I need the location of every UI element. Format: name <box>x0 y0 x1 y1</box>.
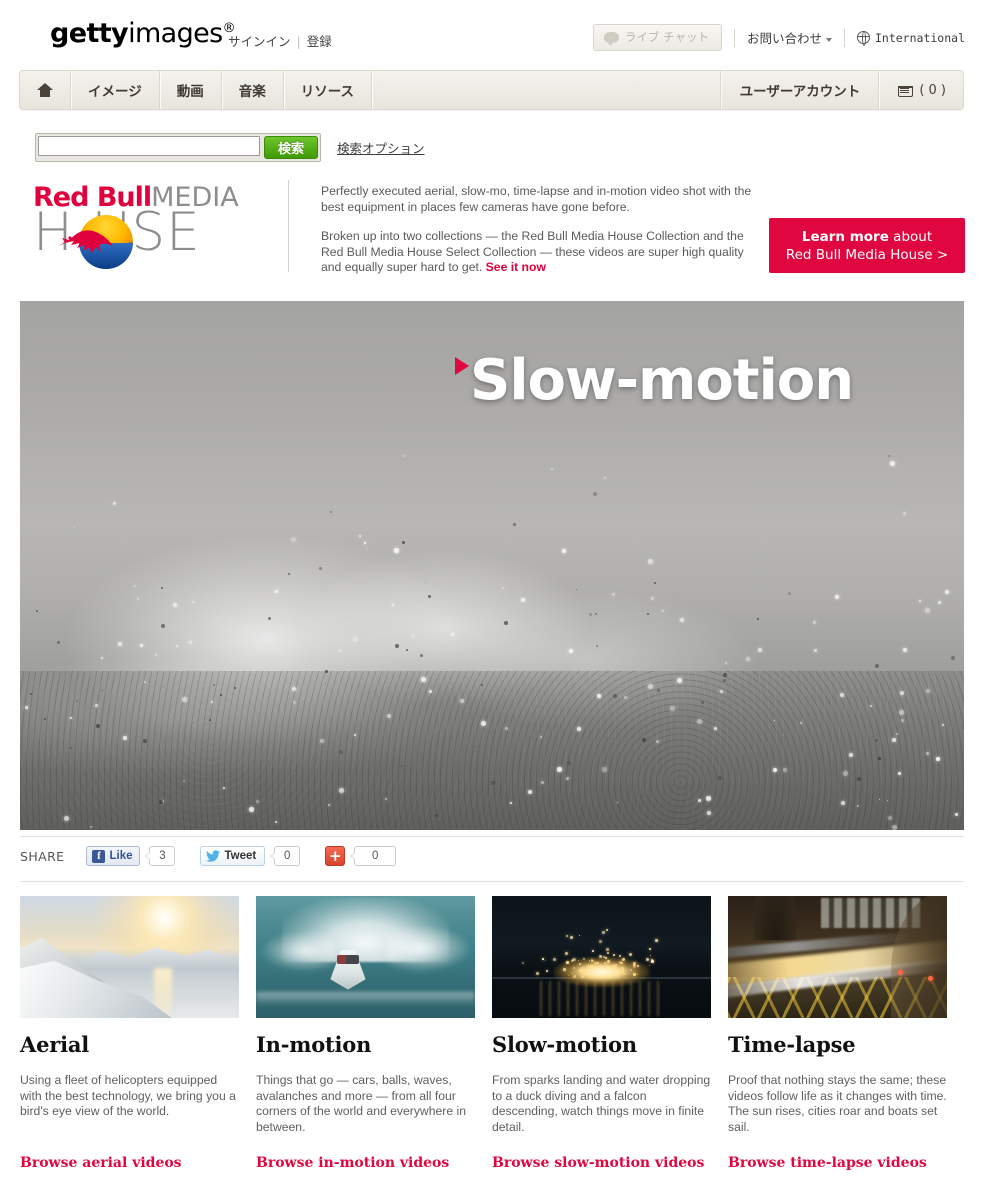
facebook-like-label: Like <box>109 850 133 862</box>
page-root: gettyimages® サインイン | 登録 ライブ チャット お問い合わせ In… <box>0 0 983 1184</box>
nav-item-music[interactable]: 音楽 <box>222 71 284 109</box>
search-button[interactable]: 検索 <box>264 136 318 159</box>
shopping-cart-icon <box>897 84 914 97</box>
signin-link[interactable]: サインイン <box>228 34 291 49</box>
card-slow-motion-thumbnail[interactable] <box>492 896 711 1018</box>
googleplus-share-button[interactable]: + <box>325 846 346 866</box>
share-label: SHARE <box>20 848 65 864</box>
sparks-water-image <box>492 896 711 1018</box>
speedboat-wake-image <box>256 896 475 1018</box>
contact-menu[interactable]: お問い合わせ <box>747 28 832 47</box>
nav-item-resources-label: リソース <box>300 84 355 100</box>
getty-images-logo[interactable]: gettyimages® <box>50 18 236 49</box>
nav-item-images-label: イメージ <box>88 84 142 100</box>
learn-more-button[interactable]: Learn more about Red Bull Media House > <box>769 218 965 273</box>
card-slow-motion-title: Slow-motion <box>492 1032 637 1057</box>
nav-spacer <box>372 71 721 109</box>
globe-icon <box>856 30 870 46</box>
card-time-lapse-thumbnail[interactable] <box>728 896 947 1018</box>
learn-more-line2: Red Bull Media House > <box>785 246 949 263</box>
nav-item-images[interactable]: イメージ <box>71 71 160 109</box>
hero-title: Slow-motion <box>470 348 854 413</box>
cart-count-label: ( 0 ) <box>919 82 946 98</box>
twitter-tweet-count: 0 <box>270 846 301 866</box>
promo-divider <box>288 180 289 272</box>
utility-right-group: ライブ チャット お問い合わせ International <box>592 24 965 51</box>
card-slow-motion[interactable]: Slow-motion From sparks landing and wate… <box>492 896 728 1171</box>
promo-paragraph-1: Perfectly executed aerial, slow-mo, time… <box>321 184 752 214</box>
promo-paragraph-2: Broken up into two collections — the Red… <box>321 229 765 276</box>
facebook-like-count: 3 <box>145 846 176 866</box>
card-aerial-description: Using a fleet of helicopters equipped wi… <box>20 1073 236 1118</box>
search-options-link[interactable]: 検索オプション <box>337 138 425 157</box>
facebook-icon: f <box>92 849 106 863</box>
contact-label: お問い合わせ <box>746 31 822 46</box>
browse-time-lapse-videos-link[interactable]: Browse time-lapse videos <box>728 1155 927 1171</box>
register-link[interactable]: 登録 <box>307 34 332 49</box>
utility-header: gettyimages® サインイン | 登録 ライブ チャット お問い合わせ In… <box>0 0 983 63</box>
browse-aerial-videos-link[interactable]: Browse aerial videos <box>20 1155 182 1171</box>
red-bull-media-house-logo: Red BullMEDIA H USE <box>33 178 268 273</box>
learn-more-bold: Learn more <box>801 228 889 245</box>
cards-divider-top <box>20 881 964 882</box>
promo-banner: Red BullMEDIA H USE Perfectly executed a… <box>20 176 965 284</box>
nav-item-cart[interactable]: ( 0 ) <box>879 71 963 109</box>
play-triangle-icon <box>455 357 469 375</box>
search-input[interactable] <box>38 136 260 156</box>
nav-item-home[interactable] <box>20 71 71 109</box>
logo-bold-text: getty <box>50 18 129 49</box>
card-in-motion-title: In-motion <box>256 1032 372 1057</box>
browse-in-motion-videos-link[interactable]: Browse in-motion videos <box>256 1155 449 1171</box>
card-in-motion-thumbnail[interactable] <box>256 896 475 1018</box>
category-cards: Aerial Using a fleet of helicopters equi… <box>20 896 964 1171</box>
chevron-down-icon <box>825 37 832 42</box>
card-time-lapse[interactable]: Time-lapse Proof that nothing stays the … <box>728 896 964 1171</box>
promo-description: Perfectly executed aerial, slow-mo, time… <box>321 184 765 290</box>
utility-divider-2 <box>843 28 845 47</box>
twitter-bird-icon <box>206 850 221 862</box>
learn-more-rest: about <box>888 228 933 245</box>
hero-wet-ground <box>20 671 964 830</box>
international-label: International <box>874 30 965 45</box>
red-bull-charging-bulls-icon <box>59 230 113 254</box>
nav-item-video[interactable]: 動画 <box>160 71 222 109</box>
plus-icon: + <box>328 846 342 865</box>
card-slow-motion-description: From sparks landing and water dropping t… <box>492 1073 711 1134</box>
search-row: 検索 検索オプション <box>35 133 425 162</box>
international-selector[interactable]: International <box>856 30 965 46</box>
see-it-now-link[interactable]: See it now <box>486 260 546 274</box>
facebook-like-button[interactable]: f Like <box>86 846 141 866</box>
share-bar: SHARE f Like 3 Tweet 0 + 0 <box>20 845 397 867</box>
live-chat-label: ライブ チャット <box>624 30 709 44</box>
auth-links: サインイン | 登録 <box>228 31 332 50</box>
utility-divider-1 <box>733 28 735 47</box>
twitter-tweet-label: Tweet <box>224 850 257 862</box>
card-aerial-title: Aerial <box>20 1032 90 1057</box>
auth-divider: | <box>296 34 301 49</box>
live-chat-button[interactable]: ライブ チャット <box>592 24 722 51</box>
share-divider-top <box>20 836 964 837</box>
nav-item-music-label: 音楽 <box>238 84 266 100</box>
googleplus-share-count: 0 <box>350 846 397 866</box>
chat-bubble-icon <box>603 31 619 46</box>
nav-item-user-account[interactable]: ユーザーアカウント <box>720 71 880 109</box>
card-in-motion-description: Things that go — cars, balls, waves, ava… <box>256 1073 467 1134</box>
nav-item-video-label: 動画 <box>176 84 204 100</box>
nav-account-label: ユーザーアカウント <box>739 84 861 100</box>
card-aerial[interactable]: Aerial Using a fleet of helicopters equi… <box>20 896 256 1171</box>
aerial-sunset-mountains-image <box>20 896 239 1018</box>
card-in-motion[interactable]: In-motion Things that go — cars, balls, … <box>256 896 492 1171</box>
search-box: 検索 <box>35 133 321 162</box>
card-aerial-thumbnail[interactable] <box>20 896 239 1018</box>
home-icon <box>37 83 53 97</box>
browse-slow-motion-videos-link[interactable]: Browse slow-motion videos <box>492 1155 704 1171</box>
nav-item-resources[interactable]: リソース <box>284 71 373 109</box>
night-traffic-light-trails-image <box>728 896 947 1018</box>
learn-more-line1: Learn more about <box>802 228 932 246</box>
main-navigation: イメージ 動画 音楽 リソース ユーザーアカウント ( 0 ) <box>19 70 964 110</box>
logo-light-text: images <box>128 18 223 49</box>
card-time-lapse-description: Proof that nothing stays the same; these… <box>728 1073 947 1134</box>
twitter-tweet-button[interactable]: Tweet <box>200 846 266 866</box>
card-time-lapse-title: Time-lapse <box>728 1032 856 1057</box>
